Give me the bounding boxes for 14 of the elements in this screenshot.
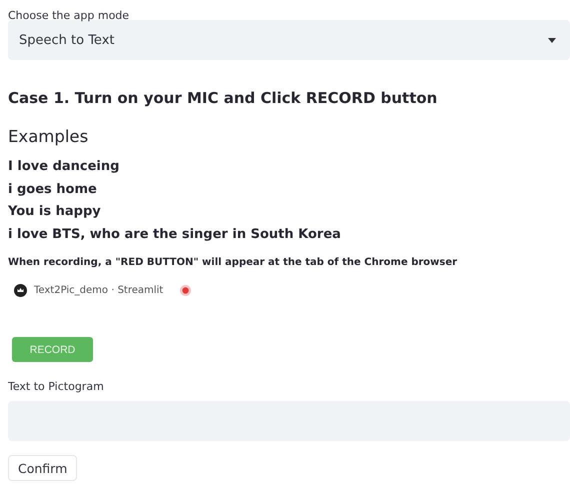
field-label: Text to Pictogram [8, 379, 105, 395]
section-heading: Case 1. Turn on your MIC and Click RECORD button [8, 89, 438, 107]
note-text: When recording, a "RED BUTTON" will appear at the tab of the Chrome browser [8, 257, 458, 268]
field-label: Choose the app mode [8, 8, 130, 20]
caret-icon [548, 38, 556, 42]
browser-tab-title: Text2Pic_demo · Streamlit [34, 285, 164, 296]
example-sentence: i goes home [8, 180, 98, 198]
example-sentence: I love danceing [8, 158, 120, 176]
examples-title: Examples [8, 127, 90, 146]
example-sentence: i love BTS, who are the singer in South Korea [8, 226, 342, 244]
confirm-button[interactable]: Confirm [8, 455, 78, 481]
app-logo-icon [14, 284, 27, 297]
example-sentence: You is happy [8, 203, 102, 221]
mode-select[interactable]: Speech to Text [8, 20, 570, 60]
